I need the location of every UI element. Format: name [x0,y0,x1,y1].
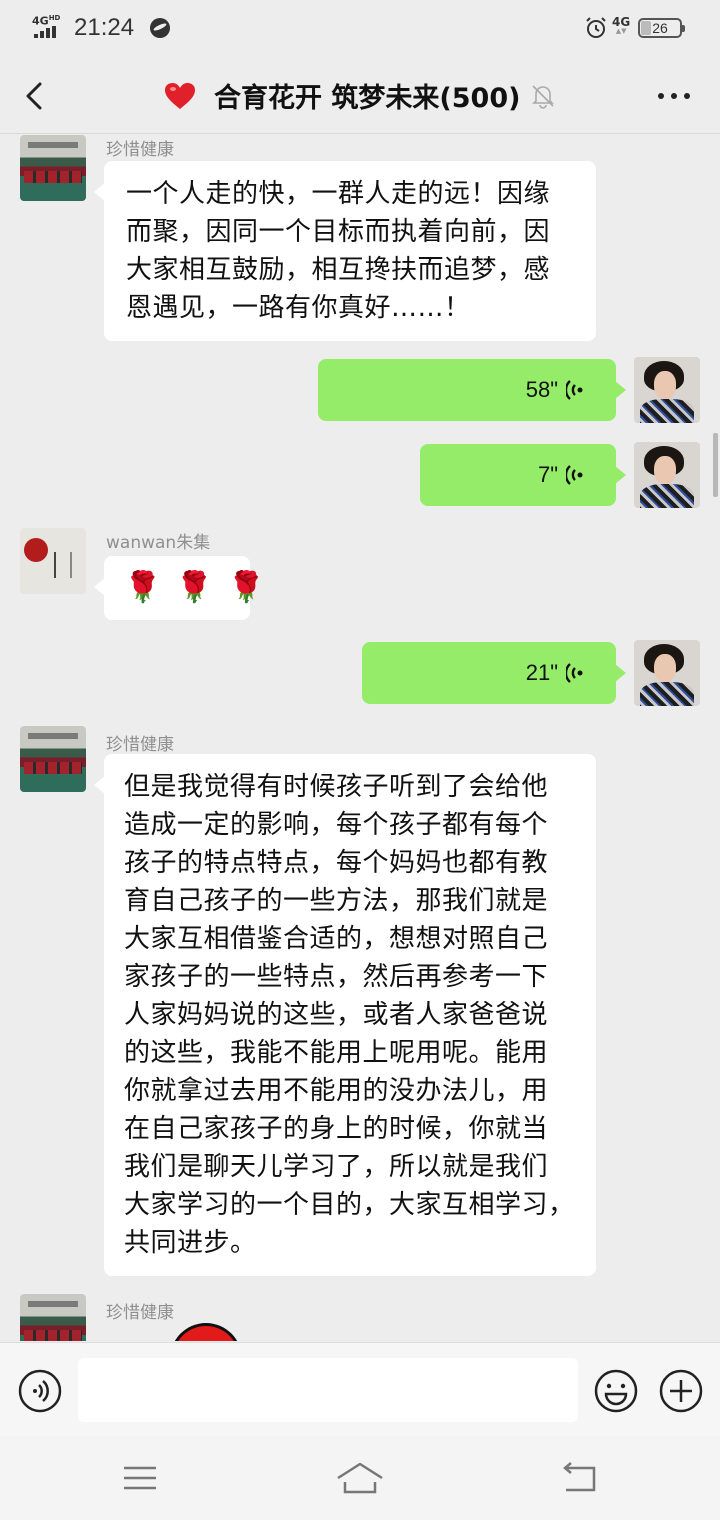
sender-avatar[interactable] [20,135,86,201]
self-avatar[interactable] [634,640,700,706]
message-item: wanwan朱集 🌹 🌹 🌹 [0,528,720,628]
self-avatar[interactable] [634,357,700,423]
sender-name: 珍惜健康 [106,140,174,160]
sender-avatar[interactable] [20,726,86,792]
message-item: 7" [0,442,720,508]
back-icon[interactable] [560,1458,600,1498]
sender-avatar[interactable] [20,528,86,594]
voice-wave-icon [566,380,583,400]
voice-message-bubble[interactable]: 7" [420,444,626,506]
menu-icon[interactable] [120,1458,160,1498]
home-icon[interactable] [335,1458,385,1498]
scrollbar[interactable] [713,433,718,497]
input-bar [0,1342,720,1436]
message-bubble[interactable]: 但是我觉得有时候孩子听到了会给他 造成一定的影响，每个孩子都有每个 孩子的特点特… [94,754,596,1276]
system-nav-bar [0,1436,720,1520]
rose-emoji: 🌹 [227,570,266,605]
message-bubble[interactable]: 🌹 🌹 🌹 [94,556,265,620]
signal-icon [34,26,58,38]
sender-avatar[interactable] [20,1294,86,1341]
plus-icon[interactable] [659,1369,703,1413]
message-item: 珍惜健康 但是我觉得有时候孩子听到了会给他 造成一定的影响，每个孩子都有每个 孩… [0,726,720,1276]
more-options-button[interactable] [652,86,696,106]
voice-wave-icon [566,465,583,485]
voice-message-bubble[interactable]: 21" [362,642,626,704]
sender-name: 珍惜健康 [106,735,174,755]
back-arrow-icon[interactable] [16,76,56,116]
sender-name: 珍惜健康 [106,1303,174,1323]
message-item: 珍惜健康 [0,1294,720,1341]
voice-message-bubble[interactable]: 58" [318,359,626,421]
self-avatar[interactable] [634,442,700,508]
battery-icon: 26 [638,18,685,38]
network-type: 4GHD [32,14,61,28]
rose-emoji: 🌹 [175,570,214,605]
voice-input-icon[interactable] [18,1369,62,1413]
voice-wave-icon [566,663,583,683]
status-time: 21:24 [74,14,135,41]
sender-name: wanwan朱集 [106,533,211,553]
message-bubble[interactable]: 一个人走的快，一群人走的远！因缘 而聚，因同一个目标而执着向前，因 大家相互鼓励… [94,161,596,341]
alarm-icon [586,17,606,38]
message-item: 21" [0,640,720,706]
chat-message-list[interactable]: 珍惜健康 一个人走的快，一群人走的远！因缘 而聚，因同一个目标而执着向前，因 大… [0,135,720,1341]
mobile-data-indicator: 4G ▲▼ [612,15,631,35]
message-item: 58" [0,357,720,423]
message-item: 珍惜健康 一个人走的快，一群人走的远！因缘 而聚，因同一个目标而执着向前，因 大… [0,135,720,345]
browser-globe-icon [150,18,170,38]
rose-emoji: 🌹 [124,570,162,605]
heart-icon [165,82,195,109]
emoji-icon[interactable] [594,1369,638,1413]
status-bar: 4GHD 21:24 4G ▲▼ 26 [0,0,720,58]
bell-mute-icon [532,85,554,109]
message-input[interactable] [78,1358,578,1422]
chat-title-text: 合育花开 筑梦未来(500) [214,83,521,114]
chat-title: 合育花开 筑梦未来(500) [164,76,520,115]
chat-header: 合育花开 筑梦未来(500) [0,58,720,134]
